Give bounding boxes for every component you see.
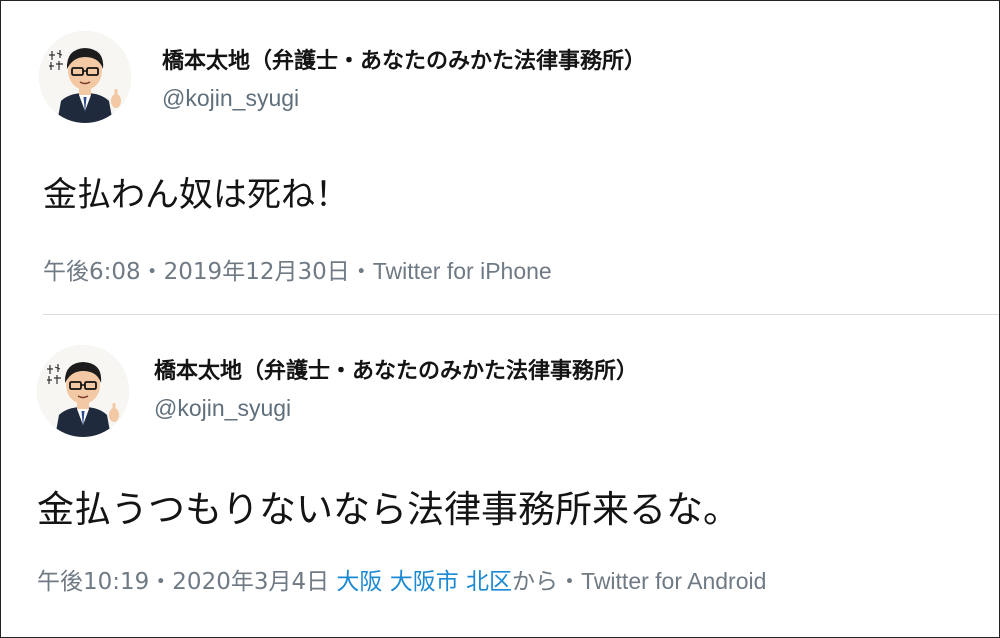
display-name[interactable]: 橋本太地（弁護士・あなたのみかた法律事務所） bbox=[154, 353, 638, 385]
meta-separator: ・ bbox=[149, 569, 173, 595]
tweet-date[interactable]: 2020年3月4日 bbox=[172, 569, 329, 595]
location-city-link[interactable]: 大阪市 bbox=[390, 569, 459, 595]
lawyer-avatar-icon bbox=[39, 31, 131, 123]
tweet-date[interactable]: 2019年12月30日 bbox=[164, 259, 350, 285]
avatar[interactable] bbox=[37, 345, 129, 437]
tweet-2: 橋本太地（弁護士・あなたのみかた法律事務所） @kojin_syugi 金払うつ… bbox=[1, 315, 999, 637]
tweet-text: 金払わん奴は死ね！ bbox=[43, 175, 349, 215]
lawyer-avatar-icon bbox=[37, 345, 129, 437]
tweet-meta: 午後10:19・2020年3月4日 大阪 大阪市 北区から・Twitter fo… bbox=[37, 562, 766, 596]
avatar[interactable] bbox=[39, 31, 131, 123]
meta-separator: ・ bbox=[558, 569, 582, 595]
tweet-source[interactable]: Twitter for iPhone bbox=[373, 258, 552, 284]
location-ward-link[interactable]: 北区 bbox=[466, 569, 512, 595]
meta-separator: ・ bbox=[349, 259, 373, 285]
location-suffix: から bbox=[512, 569, 559, 595]
display-name[interactable]: 橋本太地（弁護士・あなたのみかた法律事務所） bbox=[162, 43, 646, 75]
tweet-time[interactable]: 午後6:08 bbox=[43, 259, 141, 285]
location-prefecture-link[interactable]: 大阪 bbox=[336, 569, 382, 595]
screenshot-frame: 橋本太地（弁護士・あなたのみかた法律事務所） @kojin_syugi 金払わん… bbox=[0, 0, 1000, 638]
tweet-1: 橋本太地（弁護士・あなたのみかた法律事務所） @kojin_syugi 金払わん… bbox=[1, 1, 999, 314]
user-handle[interactable]: @kojin_syugi bbox=[162, 85, 299, 112]
meta-separator: ・ bbox=[140, 259, 164, 285]
user-handle[interactable]: @kojin_syugi bbox=[154, 395, 291, 422]
tweet-time[interactable]: 午後10:19 bbox=[37, 569, 149, 595]
tweet-text: 金払うつもりないなら法律事務所来るな。 bbox=[37, 488, 740, 531]
tweet-source[interactable]: Twitter for Android bbox=[581, 568, 766, 594]
tweet-meta: 午後6:08・2019年12月30日・Twitter for iPhone bbox=[43, 252, 552, 286]
